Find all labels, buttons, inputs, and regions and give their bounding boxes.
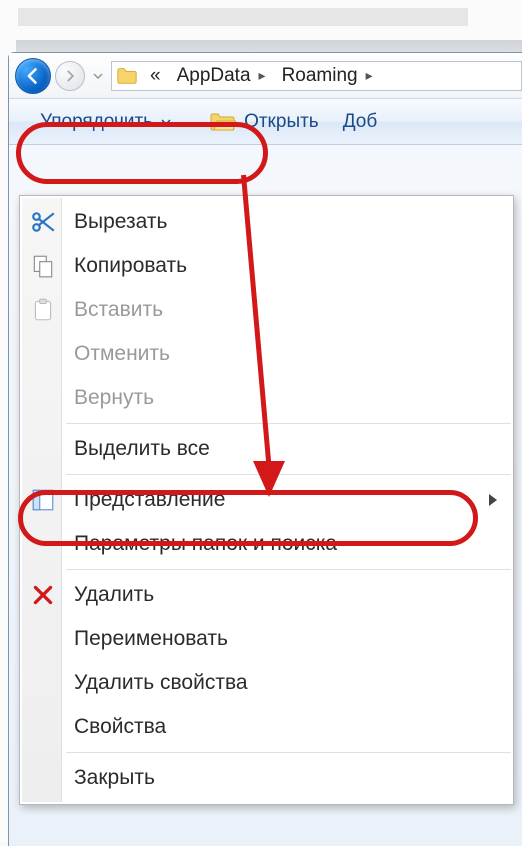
menu-remove-properties[interactable]: Удалить свойства bbox=[22, 661, 511, 705]
menu-label: Вставить bbox=[74, 298, 163, 322]
navigation-bar: « AppData ▸ Roaming ▸ bbox=[9, 53, 522, 99]
delete-icon bbox=[30, 582, 56, 608]
organize-label: Упорядочить bbox=[40, 111, 153, 133]
breadcrumb-appdata[interactable]: AppData ▸ bbox=[169, 62, 274, 90]
menu-separator bbox=[66, 423, 511, 424]
breadcrumb-overflow[interactable]: « bbox=[142, 62, 169, 90]
menu-close[interactable]: Закрыть bbox=[22, 756, 511, 800]
submenu-arrow-icon bbox=[489, 494, 497, 506]
menu-separator bbox=[66, 474, 511, 475]
menu-label: Закрыть bbox=[74, 766, 155, 790]
add-button[interactable]: Доб bbox=[343, 111, 378, 133]
organize-menu: Вырезать Копировать Вставить Отменить Ве… bbox=[19, 195, 514, 805]
chevron-right-icon: ▸ bbox=[259, 67, 266, 84]
breadcrumb-roaming[interactable]: Roaming ▸ bbox=[274, 62, 381, 90]
menu-label: Вырезать bbox=[74, 210, 167, 234]
scissors-icon bbox=[30, 209, 56, 235]
menu-label: Параметры папок и поиска bbox=[74, 532, 337, 556]
folder-open-icon bbox=[210, 111, 236, 133]
menu-folder-options[interactable]: Параметры папок и поиска bbox=[22, 522, 511, 566]
toolbar: Упорядочить Открыть Доб bbox=[9, 99, 522, 145]
organize-button[interactable]: Упорядочить bbox=[25, 106, 186, 138]
breadcrumb-label: Roaming bbox=[282, 65, 358, 87]
menu-rename[interactable]: Переименовать bbox=[22, 617, 511, 661]
chevron-down-icon bbox=[93, 71, 103, 81]
menu-label: Отменить bbox=[74, 342, 170, 366]
history-dropdown[interactable] bbox=[89, 61, 107, 91]
menu-separator bbox=[66, 752, 511, 753]
menu-label: Переименовать bbox=[74, 627, 228, 651]
layout-icon bbox=[30, 487, 56, 513]
address-bar[interactable]: « AppData ▸ Roaming ▸ bbox=[111, 61, 522, 91]
arrow-left-icon bbox=[23, 66, 43, 86]
clipboard-icon bbox=[30, 297, 56, 323]
open-label: Открыть bbox=[244, 111, 319, 133]
menu-label: Копировать bbox=[74, 254, 187, 278]
menu-label: Удалить свойства bbox=[74, 671, 248, 695]
menu-copy[interactable]: Копировать bbox=[22, 244, 511, 288]
menu-label: Свойства bbox=[74, 715, 166, 739]
menu-cut[interactable]: Вырезать bbox=[22, 200, 511, 244]
menu-label: Выделить все bbox=[74, 437, 210, 461]
menu-properties[interactable]: Свойства bbox=[22, 705, 511, 749]
breadcrumb-label: AppData bbox=[177, 65, 251, 87]
chevron-down-icon bbox=[161, 117, 171, 127]
menu-layout[interactable]: Представление bbox=[22, 478, 511, 522]
forward-button[interactable] bbox=[55, 61, 85, 91]
chevron-right-icon: ▸ bbox=[366, 67, 373, 84]
menu-label: Представление bbox=[74, 488, 225, 512]
open-button[interactable]: Открыть bbox=[210, 111, 319, 133]
arrow-right-icon bbox=[63, 69, 77, 83]
copy-icon bbox=[30, 253, 56, 279]
menu-separator bbox=[66, 569, 511, 570]
explorer-window: « AppData ▸ Roaming ▸ Упорядочить Открыт… bbox=[8, 52, 522, 846]
menu-redo: Вернуть bbox=[22, 376, 511, 420]
menu-delete[interactable]: Удалить bbox=[22, 573, 511, 617]
menu-paste: Вставить bbox=[22, 288, 511, 332]
back-button[interactable] bbox=[15, 58, 51, 94]
menu-select-all[interactable]: Выделить все bbox=[22, 427, 511, 471]
menu-undo: Отменить bbox=[22, 332, 511, 376]
folder-icon bbox=[116, 65, 138, 87]
menu-label: Удалить bbox=[74, 583, 154, 607]
menu-label: Вернуть bbox=[74, 386, 154, 410]
